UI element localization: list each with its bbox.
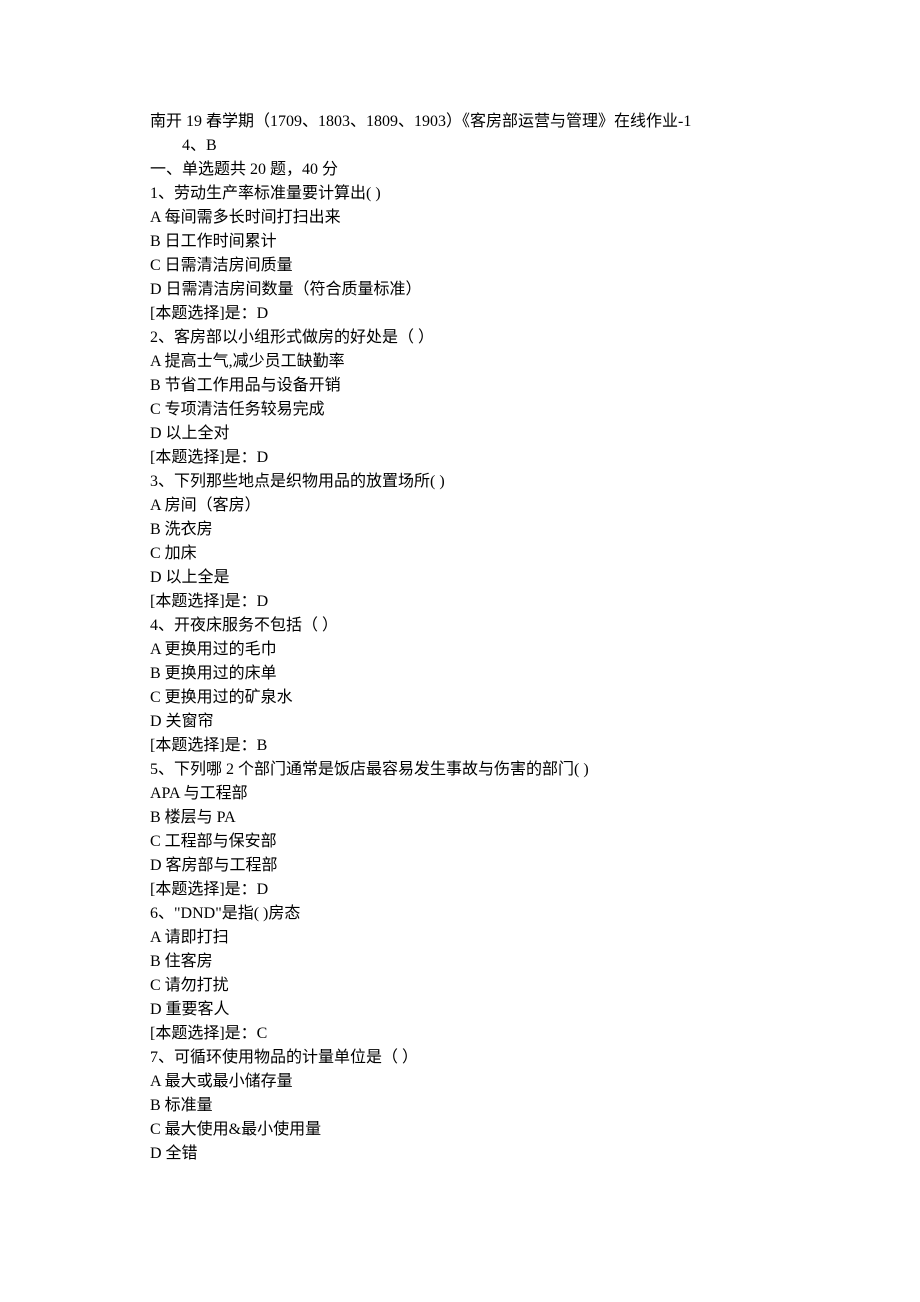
question-stem: 5、下列哪 2 个部门通常是饭店最容易发生事故与伤害的部门( ) — [150, 758, 770, 782]
question-option: D 以上全对 — [150, 422, 770, 446]
question-option: D 重要客人 — [150, 998, 770, 1022]
doc-subline: 4、B — [150, 134, 770, 158]
question-option: B 节省工作用品与设备开销 — [150, 374, 770, 398]
question-stem: 3、下列那些地点是织物用品的放置场所( ) — [150, 470, 770, 494]
question-option: C 更换用过的矿泉水 — [150, 686, 770, 710]
question-option: C 最大使用&最小使用量 — [150, 1118, 770, 1142]
document-page: 南开 19 春学期（1709、1803、1809、1903）《客房部运营与管理》… — [0, 0, 920, 1302]
question-option: A 提高士气,减少员工缺勤率 — [150, 350, 770, 374]
question-option: C 专项清洁任务较易完成 — [150, 398, 770, 422]
question-answer: [本题选择]是：D — [150, 302, 770, 326]
question-option: B 住客房 — [150, 950, 770, 974]
question-stem: 2、客房部以小组形式做房的好处是（ ） — [150, 326, 770, 350]
question-option: A 房间（客房） — [150, 494, 770, 518]
question-option: B 日工作时间累计 — [150, 230, 770, 254]
question-option: A 请即打扫 — [150, 926, 770, 950]
doc-title: 南开 19 春学期（1709、1803、1809、1903）《客房部运营与管理》… — [150, 110, 770, 134]
question-option: D 全错 — [150, 1142, 770, 1166]
question-answer: [本题选择]是：C — [150, 1022, 770, 1046]
question-option: C 日需清洁房间质量 — [150, 254, 770, 278]
question-option: B 洗衣房 — [150, 518, 770, 542]
question-stem: 7、可循环使用物品的计量单位是（ ） — [150, 1046, 770, 1070]
question-option: B 标准量 — [150, 1094, 770, 1118]
question-stem: 4、开夜床服务不包括（ ） — [150, 614, 770, 638]
question-option: A 最大或最小储存量 — [150, 1070, 770, 1094]
question-option: D 客房部与工程部 — [150, 854, 770, 878]
question-answer: [本题选择]是：D — [150, 446, 770, 470]
question-option: C 工程部与保安部 — [150, 830, 770, 854]
question-option: B 楼层与 PA — [150, 806, 770, 830]
question-answer: [本题选择]是：D — [150, 878, 770, 902]
questions-container: 1、劳动生产率标准量要计算出( )A 每间需多长时间打扫出来B 日工作时间累计C… — [150, 182, 770, 1166]
question-option: D 以上全是 — [150, 566, 770, 590]
question-option: C 请勿打扰 — [150, 974, 770, 998]
question-answer: [本题选择]是：D — [150, 590, 770, 614]
question-option: D 日需清洁房间数量（符合质量标准） — [150, 278, 770, 302]
question-option: APA 与工程部 — [150, 782, 770, 806]
question-stem: 6、"DND"是指( )房态 — [150, 902, 770, 926]
question-option: C 加床 — [150, 542, 770, 566]
question-option: B 更换用过的床单 — [150, 662, 770, 686]
question-option: A 更换用过的毛巾 — [150, 638, 770, 662]
question-option: D 关窗帘 — [150, 710, 770, 734]
question-stem: 1、劳动生产率标准量要计算出( ) — [150, 182, 770, 206]
question-option: A 每间需多长时间打扫出来 — [150, 206, 770, 230]
question-answer: [本题选择]是：B — [150, 734, 770, 758]
section-label: 一、单选题共 20 题，40 分 — [150, 158, 770, 182]
